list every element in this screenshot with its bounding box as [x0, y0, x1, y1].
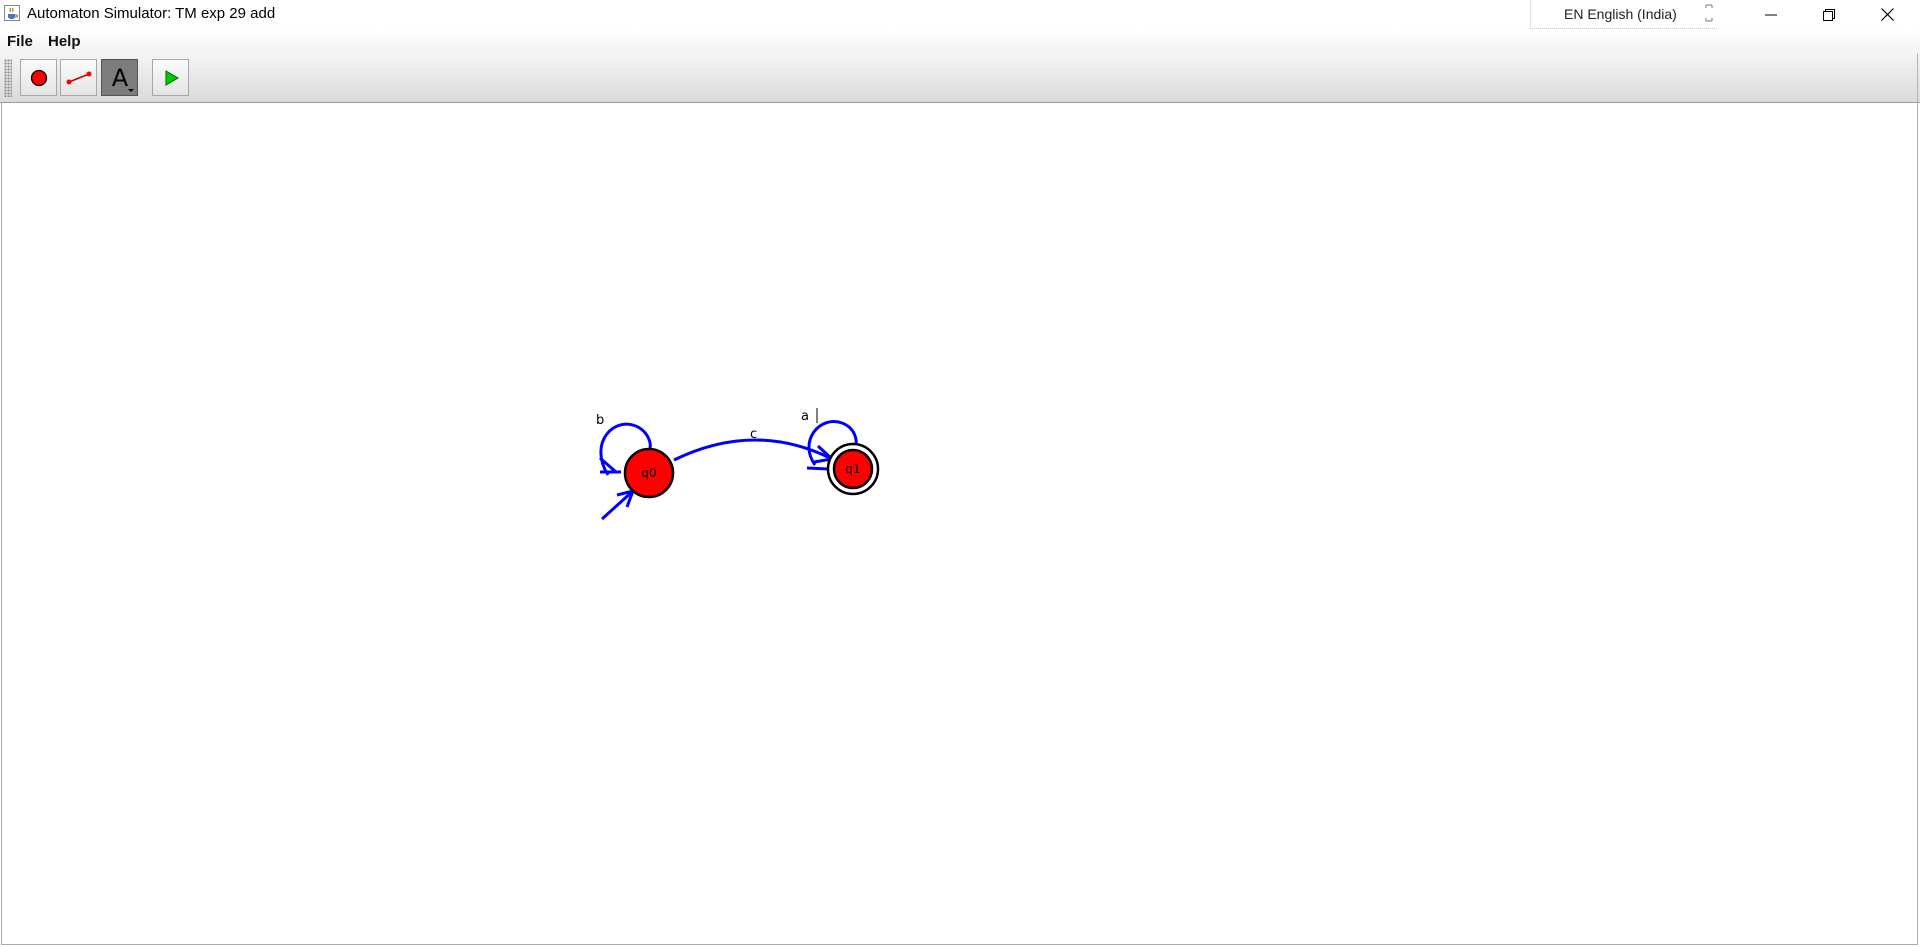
state-q1[interactable]: q1	[826, 442, 880, 496]
automaton-diagram[interactable]: c b a q0 q1	[2, 103, 1917, 944]
edit-label-tool-button[interactable]: A	[101, 59, 138, 96]
state-q0[interactable]: q0	[623, 447, 675, 499]
language-indicator[interactable]: EN English (India)	[1530, 0, 1717, 29]
state-label-q0: q0	[641, 466, 656, 480]
title-bar: Automaton Simulator: TM exp 29 add EN En…	[0, 0, 1920, 29]
state-label-q1: q1	[845, 462, 860, 476]
window-title: Automaton Simulator: TM exp 29 add	[27, 5, 276, 22]
menu-bar: File Help	[0, 29, 1920, 53]
green-play-icon	[165, 69, 179, 86]
add-state-tool-button[interactable]	[20, 59, 57, 96]
close-button[interactable]	[1858, 0, 1916, 29]
transition-label-a[interactable]: a	[801, 409, 809, 424]
line-segment-icon	[66, 71, 91, 84]
restore-icon	[1823, 8, 1835, 21]
red-circle-icon	[30, 69, 47, 86]
minimize-icon	[1765, 14, 1777, 15]
java-cup-icon	[4, 5, 20, 21]
toolbar-grip-handle[interactable]	[4, 59, 12, 97]
letter-a-icon: A	[111, 64, 134, 92]
add-transition-tool-button[interactable]	[60, 59, 97, 96]
automaton-canvas[interactable]: c b a q0 q1	[1, 103, 1918, 945]
letter-a-glyph: A	[111, 64, 128, 92]
app-window: Automaton Simulator: TM exp 29 add EN En…	[0, 0, 1920, 947]
language-indicator-label: EN English (India)	[1564, 6, 1677, 22]
transition-label-c[interactable]: c	[750, 427, 757, 442]
initial-state-arrow	[600, 488, 636, 521]
close-icon	[1880, 8, 1894, 21]
menu-file[interactable]: File	[7, 33, 33, 50]
menu-help[interactable]: Help	[48, 33, 81, 50]
minimize-button[interactable]	[1742, 0, 1800, 29]
toolbar: A	[0, 53, 1920, 103]
run-simulation-tool-button[interactable]	[152, 59, 189, 96]
transition-label-b[interactable]: b	[596, 413, 604, 428]
language-bar-handle-icon[interactable]	[1705, 3, 1713, 23]
restore-button[interactable]	[1800, 0, 1858, 29]
